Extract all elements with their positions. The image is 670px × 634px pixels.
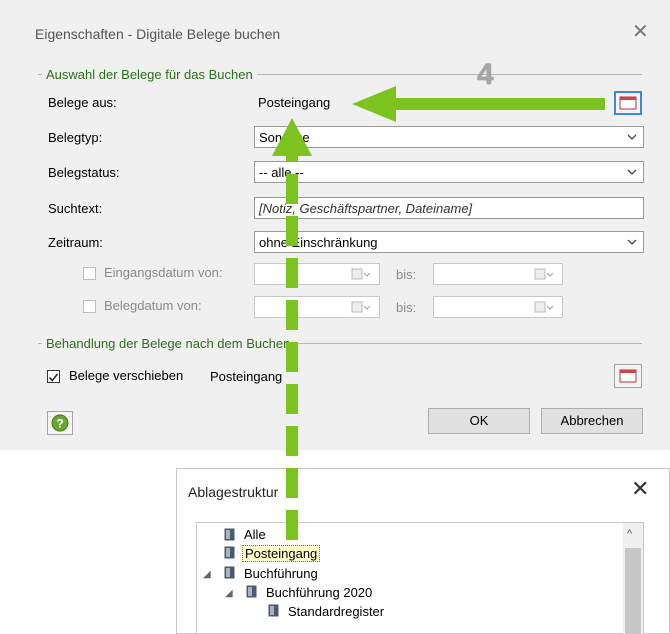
suchtext-label: Suchtext: [48, 201, 103, 216]
belege-verschieben-checkbox[interactable] [47, 370, 60, 383]
group-title-selection: Auswahl der Belege für das Buchen [42, 67, 257, 82]
binder-icon [246, 585, 257, 598]
help-icon: ? [51, 414, 69, 432]
svg-text:?: ? [56, 417, 63, 431]
tree-item-buchfuehrung[interactable]: Buchführung [244, 566, 318, 581]
tree-scrollbar-thumb[interactable] [625, 548, 641, 634]
belegtyp-value: Sonstige [259, 130, 310, 145]
eingangsdatum-to-field[interactable] [433, 263, 563, 285]
zeitraum-value: ohne Einschränkung [259, 235, 378, 250]
binder-icon [268, 604, 279, 617]
verschieben-target-value: Posteingang [210, 369, 283, 384]
belegdatum-from-field[interactable] [254, 296, 380, 318]
eingangsdatum-from-field[interactable] [254, 263, 380, 285]
tree-item-alle[interactable]: Alle [244, 527, 266, 542]
belegstatus-value: -- alle -- [259, 165, 304, 180]
calendar-dropdown-icon [351, 301, 371, 313]
eingangsdatum-bis-label: bis: [396, 267, 417, 282]
belegdatum-checkbox[interactable] [83, 300, 96, 313]
belege-aus-value: Posteingang [258, 95, 331, 110]
belegdatum-to-field[interactable] [433, 296, 563, 318]
tree-item-posteingang[interactable]: Posteingang [242, 545, 321, 562]
folder-window-icon [619, 96, 637, 110]
ok-button[interactable]: OK [428, 408, 530, 434]
scroll-up-icon[interactable]: ^ [627, 528, 632, 540]
ablagestruktur-title: Ablagestruktur [188, 484, 279, 500]
annotation-step-number: 4 [477, 58, 494, 91]
browse-folder-button[interactable] [614, 91, 642, 115]
help-button[interactable]: ? [47, 411, 73, 435]
chevron-down-icon [627, 239, 637, 245]
dialog-title: Eigenschaften - Digitale Belege buchen [35, 26, 281, 42]
belegstatus-label: Belegstatus: [48, 165, 120, 180]
binder-icon [224, 566, 235, 579]
binder-icon [224, 546, 235, 559]
zeitraum-dropdown[interactable]: ohne Einschränkung [254, 231, 644, 253]
tree-expander-icon[interactable]: ◢ [225, 588, 233, 599]
tree-item-buchfuehrung-2020[interactable]: Buchführung 2020 [266, 585, 372, 600]
suchtext-input[interactable]: [Notiz, Geschäftspartner, Dateiname] [254, 197, 644, 219]
chevron-down-icon [627, 169, 637, 175]
zeitraum-label: Zeitraum: [48, 235, 103, 250]
chevron-down-icon [627, 134, 637, 140]
belegdatum-label: Belegdatum von: [104, 298, 202, 313]
suchtext-placeholder: [Notiz, Geschäftspartner, Dateiname] [259, 201, 473, 216]
calendar-dropdown-icon [351, 268, 371, 280]
belegdatum-bis-label: bis: [396, 300, 417, 315]
checkmark-icon [48, 373, 59, 382]
belege-aus-label: Belege aus: [48, 95, 117, 110]
group-title-after-booking: Behandlung der Belege nach dem Buchen [42, 336, 295, 351]
browse-target-folder-button[interactable] [614, 364, 642, 388]
belege-verschieben-label: Belege verschieben [69, 368, 184, 383]
tree-item-standardregister[interactable]: Standardregister [288, 604, 384, 619]
close-icon[interactable]: ✕ [632, 22, 649, 42]
binder-icon [224, 528, 235, 541]
tree-expander-icon[interactable]: ◢ [203, 569, 211, 580]
calendar-dropdown-icon [534, 301, 554, 313]
cancel-button[interactable]: Abbrechen [541, 408, 643, 434]
belegtyp-label: Belegtyp: [48, 130, 103, 145]
belegtyp-dropdown[interactable]: Sonstige [254, 126, 644, 148]
belegstatus-dropdown[interactable]: -- alle -- [254, 161, 644, 183]
eingangsdatum-label: Eingangsdatum von: [104, 265, 223, 280]
calendar-dropdown-icon [534, 268, 554, 280]
close-icon[interactable]: ✕ [631, 478, 649, 500]
folder-window-icon [619, 369, 637, 383]
eingangsdatum-checkbox[interactable] [83, 267, 96, 280]
